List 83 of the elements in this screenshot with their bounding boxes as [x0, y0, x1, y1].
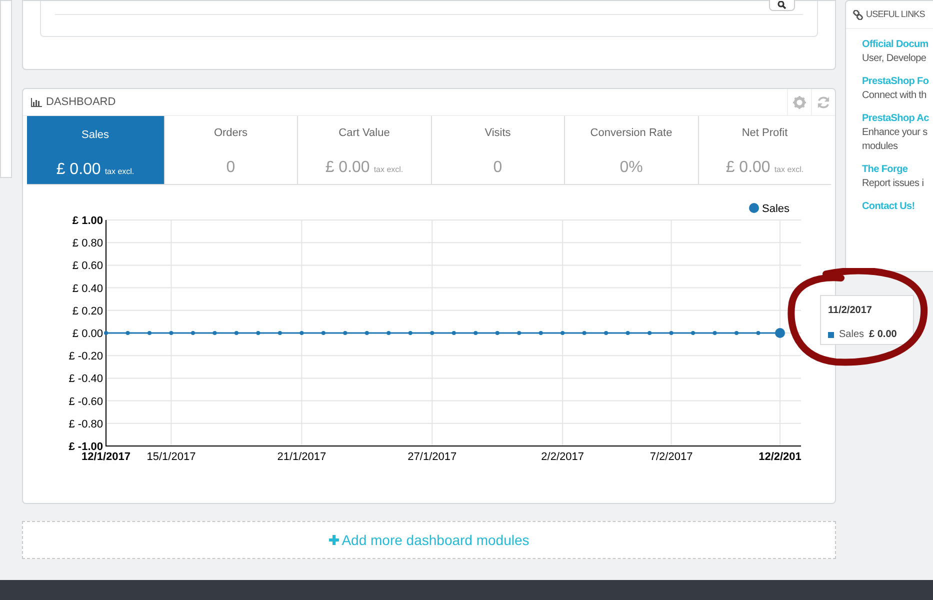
data-point	[386, 331, 391, 335]
data-point	[126, 331, 130, 335]
data-point	[321, 331, 326, 335]
y-axis-label: £ 0.60	[72, 260, 103, 272]
data-point	[538, 331, 543, 335]
data-point	[300, 331, 304, 335]
link-description: Report issues i	[862, 177, 925, 191]
data-point	[604, 331, 608, 335]
x-axis-label: 2/2/2017	[541, 451, 584, 463]
data-point	[364, 331, 369, 335]
link-description: Enhance your s modules	[862, 126, 928, 154]
y-axis-label: £ 0.00	[72, 328, 103, 340]
link-icon	[853, 10, 863, 20]
kpi-suffix: tax excl.	[774, 164, 804, 176]
data-point	[582, 331, 586, 335]
kpi-label: Sales	[81, 128, 110, 143]
x-axis-label: 7/2/2017	[650, 451, 693, 463]
y-axis-label: £ 0.80	[72, 238, 103, 250]
data-point	[190, 331, 195, 335]
data-point	[430, 331, 434, 335]
kpi-value: 0	[226, 158, 236, 178]
kpi-label: Conversion Rate	[590, 126, 672, 141]
kpi-suffix: tax excl.	[104, 166, 134, 178]
data-point	[691, 331, 696, 335]
x-axis-label: 15/1/2017	[146, 451, 196, 463]
data-point	[626, 331, 630, 335]
data-point	[474, 331, 478, 335]
data-point	[408, 331, 412, 335]
kpi-label: Visits	[484, 126, 511, 141]
x-axis-label: 27/1/2017	[408, 451, 457, 463]
data-point	[104, 331, 108, 335]
data-point	[343, 331, 348, 335]
y-axis-label: £ -0.80	[68, 418, 103, 430]
kpi-value: £ 0.00	[726, 158, 770, 178]
x-axis-label: 12/1/2017	[82, 451, 130, 463]
link-description: User, Develope	[862, 52, 928, 66]
kpi-label: Orders	[214, 126, 248, 141]
data-point	[648, 331, 652, 335]
data-point	[712, 331, 717, 335]
data-point	[669, 331, 674, 335]
kpi-suffix: tax excl.	[374, 164, 404, 176]
data-point	[234, 331, 238, 335]
y-axis-label: £ 1.00	[72, 215, 103, 227]
kpi-value: 0%	[620, 158, 643, 178]
panel-title: USEFUL LINKS	[866, 8, 925, 21]
y-axis-label: £ 0.40	[72, 282, 103, 295]
data-point	[278, 331, 282, 335]
search-icon	[777, 1, 787, 9]
panel-title: DASHBOARD	[46, 94, 116, 110]
data-point	[169, 331, 174, 335]
tooltip-value: £ 0.00	[869, 328, 897, 342]
kpi-value: £ 0.00	[325, 158, 370, 178]
tooltip-date: 11/2/2017	[828, 304, 873, 318]
plus-icon	[328, 535, 339, 545]
data-point	[756, 331, 760, 335]
data-point	[495, 331, 500, 335]
data-point	[212, 331, 217, 335]
data-point	[147, 331, 152, 335]
legend-label: Sales	[762, 203, 790, 215]
data-point	[256, 331, 260, 335]
settings-icon	[793, 96, 806, 108]
series-marker-icon	[828, 332, 834, 338]
y-axis-label: £ -0.20	[68, 350, 103, 363]
x-axis-label: 12/2/201	[758, 451, 802, 463]
y-axis-label: £ 0.20	[72, 305, 103, 318]
y-axis-label: £ -1.00	[68, 441, 103, 453]
data-point	[452, 331, 456, 335]
data-point	[734, 331, 739, 335]
kpi-tab[interactable]: Sales £ 0.00 tax excl.	[27, 116, 164, 184]
link-description: Connect with th	[862, 89, 928, 103]
refresh-icon	[817, 96, 830, 108]
x-axis-label: 21/1/2017	[277, 451, 326, 463]
data-point	[775, 328, 785, 338]
y-axis-label: £ -0.40	[68, 373, 103, 386]
bar-chart-icon	[31, 98, 42, 106]
kpi-value: 0	[493, 158, 502, 178]
data-point	[517, 331, 522, 335]
kpi-label: Net Profit	[742, 126, 788, 141]
y-axis-label: £ -0.60	[68, 396, 103, 408]
tooltip-series: Sales	[839, 328, 864, 342]
kpi-value: £ 0.00	[56, 160, 101, 180]
data-point	[560, 331, 565, 335]
kpi-label: Cart Value	[338, 126, 390, 141]
